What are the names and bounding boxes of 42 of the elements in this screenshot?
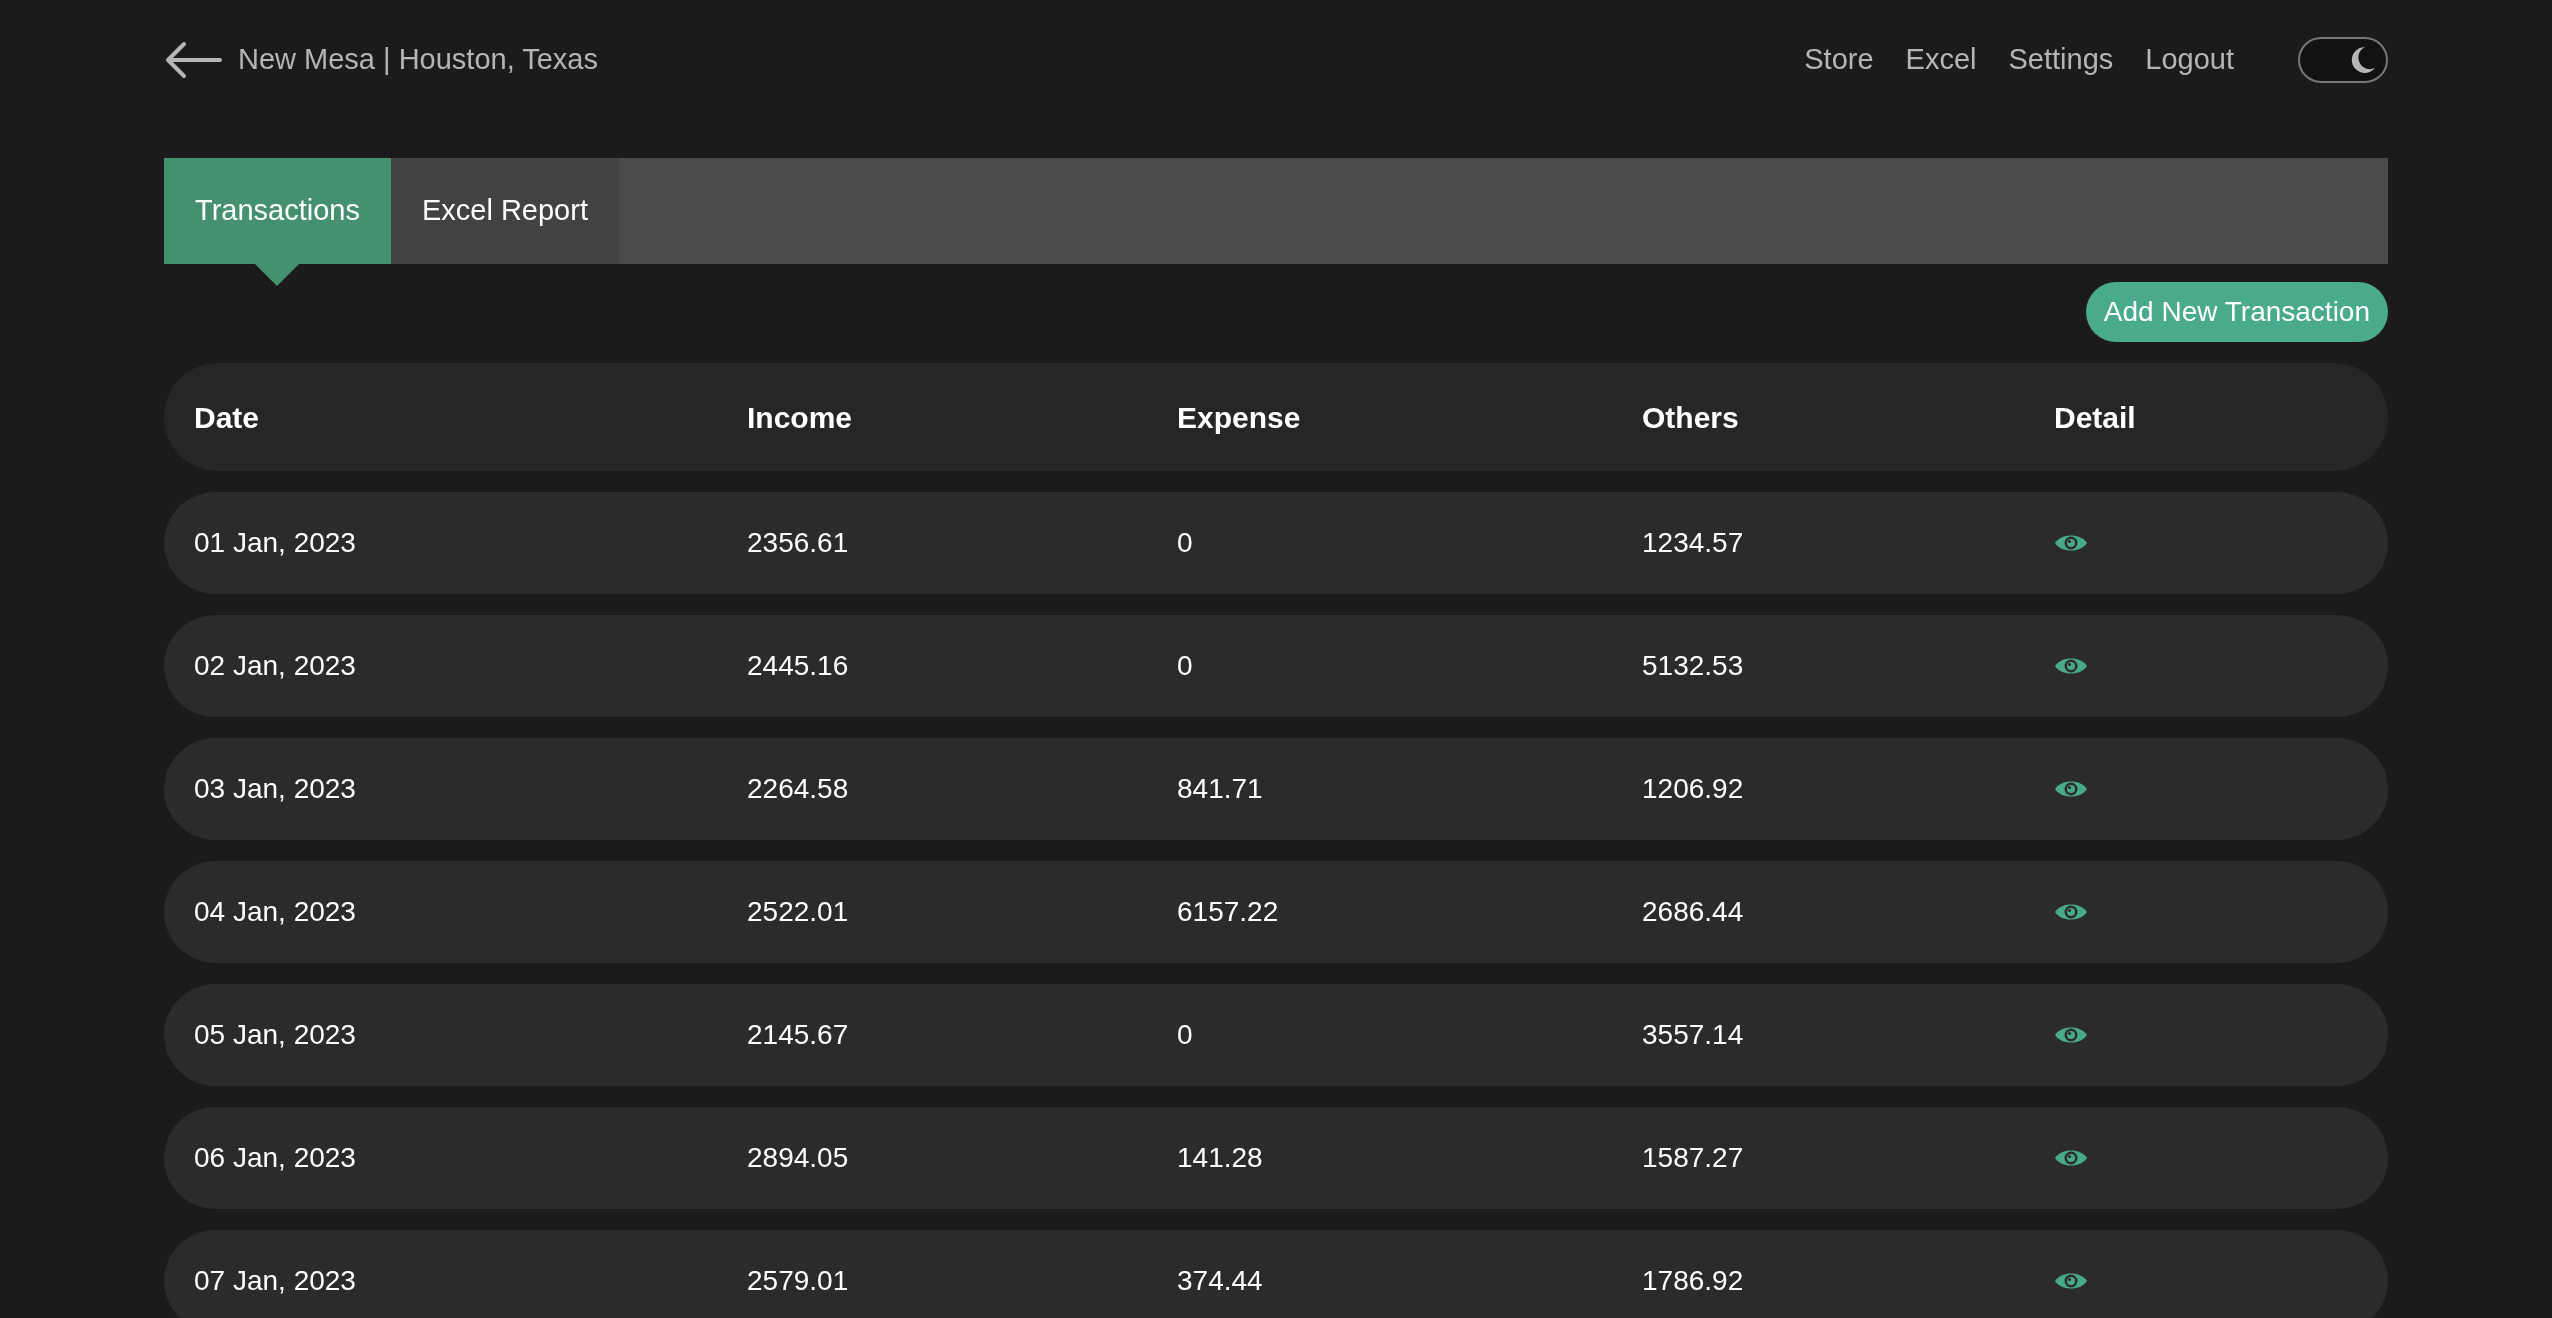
nav-link[interactable]: Logout xyxy=(2145,38,2234,82)
others-cell-text: 2686.44 xyxy=(1642,895,1745,929)
back-arrow-icon[interactable] xyxy=(164,41,222,79)
date-cell-text: 06 Jan, 2023 xyxy=(194,1141,357,1175)
expense-cell-text: 841.71 xyxy=(1177,772,1264,806)
column-header: Expense xyxy=(1177,399,1302,436)
income-cell-text: 2445.16 xyxy=(747,649,850,683)
date-cell-text: 07 Jan, 2023 xyxy=(194,1264,357,1298)
income-cell-text: 2356.61 xyxy=(747,526,850,560)
expense-cell-text: 374.44 xyxy=(1177,1264,1264,1298)
column-header: Income xyxy=(747,399,854,436)
expense-cell-text: 6157.22 xyxy=(1177,895,1280,929)
nav-link[interactable]: Settings xyxy=(2008,38,2114,82)
income-cell-text: 2264.58 xyxy=(747,772,850,806)
expense-cell-text: 0 xyxy=(1177,1018,1194,1052)
date-cell-text: 02 Jan, 2023 xyxy=(194,649,357,683)
column-header: Date xyxy=(194,399,261,436)
others-cell-text: 3557.14 xyxy=(1642,1018,1745,1052)
income-cell-text: 2894.05 xyxy=(747,1141,850,1175)
date-cell-text: 01 Jan, 2023 xyxy=(194,526,357,560)
date-cell-text: 03 Jan, 2023 xyxy=(194,772,357,806)
others-cell-text: 1786.92 xyxy=(1642,1264,1745,1298)
tab-pointer xyxy=(255,264,300,286)
income-cell-text: 2522.01 xyxy=(747,895,850,929)
date-cell-text: 05 Jan, 2023 xyxy=(194,1018,357,1052)
others-cell-text: 1206.92 xyxy=(1642,772,1745,806)
others-cell-text: 1587.27 xyxy=(1642,1141,1745,1175)
expense-cell-text: 141.28 xyxy=(1177,1141,1264,1175)
others-cell-text: 1234.57 xyxy=(1642,526,1745,560)
nav-link[interactable]: Excel xyxy=(1905,38,1977,82)
others-cell-text: 5132.53 xyxy=(1642,649,1745,683)
income-cell-text: 2579.01 xyxy=(747,1264,850,1298)
income-cell-text: 2145.67 xyxy=(747,1018,850,1052)
expense-cell-text: 0 xyxy=(1177,526,1194,560)
date-cell-text: 04 Jan, 2023 xyxy=(194,895,357,929)
column-header: Others xyxy=(1642,399,1740,436)
column-header: Detail xyxy=(2054,399,2137,436)
tab[interactable]: Excel Report xyxy=(390,158,619,264)
expense-cell-text: 0 xyxy=(1177,649,1194,683)
dark-mode-toggle[interactable] xyxy=(2298,37,2388,83)
page-title: New Mesa | Houston, Texas xyxy=(238,42,598,78)
nav-link[interactable]: Store xyxy=(1804,38,1874,82)
